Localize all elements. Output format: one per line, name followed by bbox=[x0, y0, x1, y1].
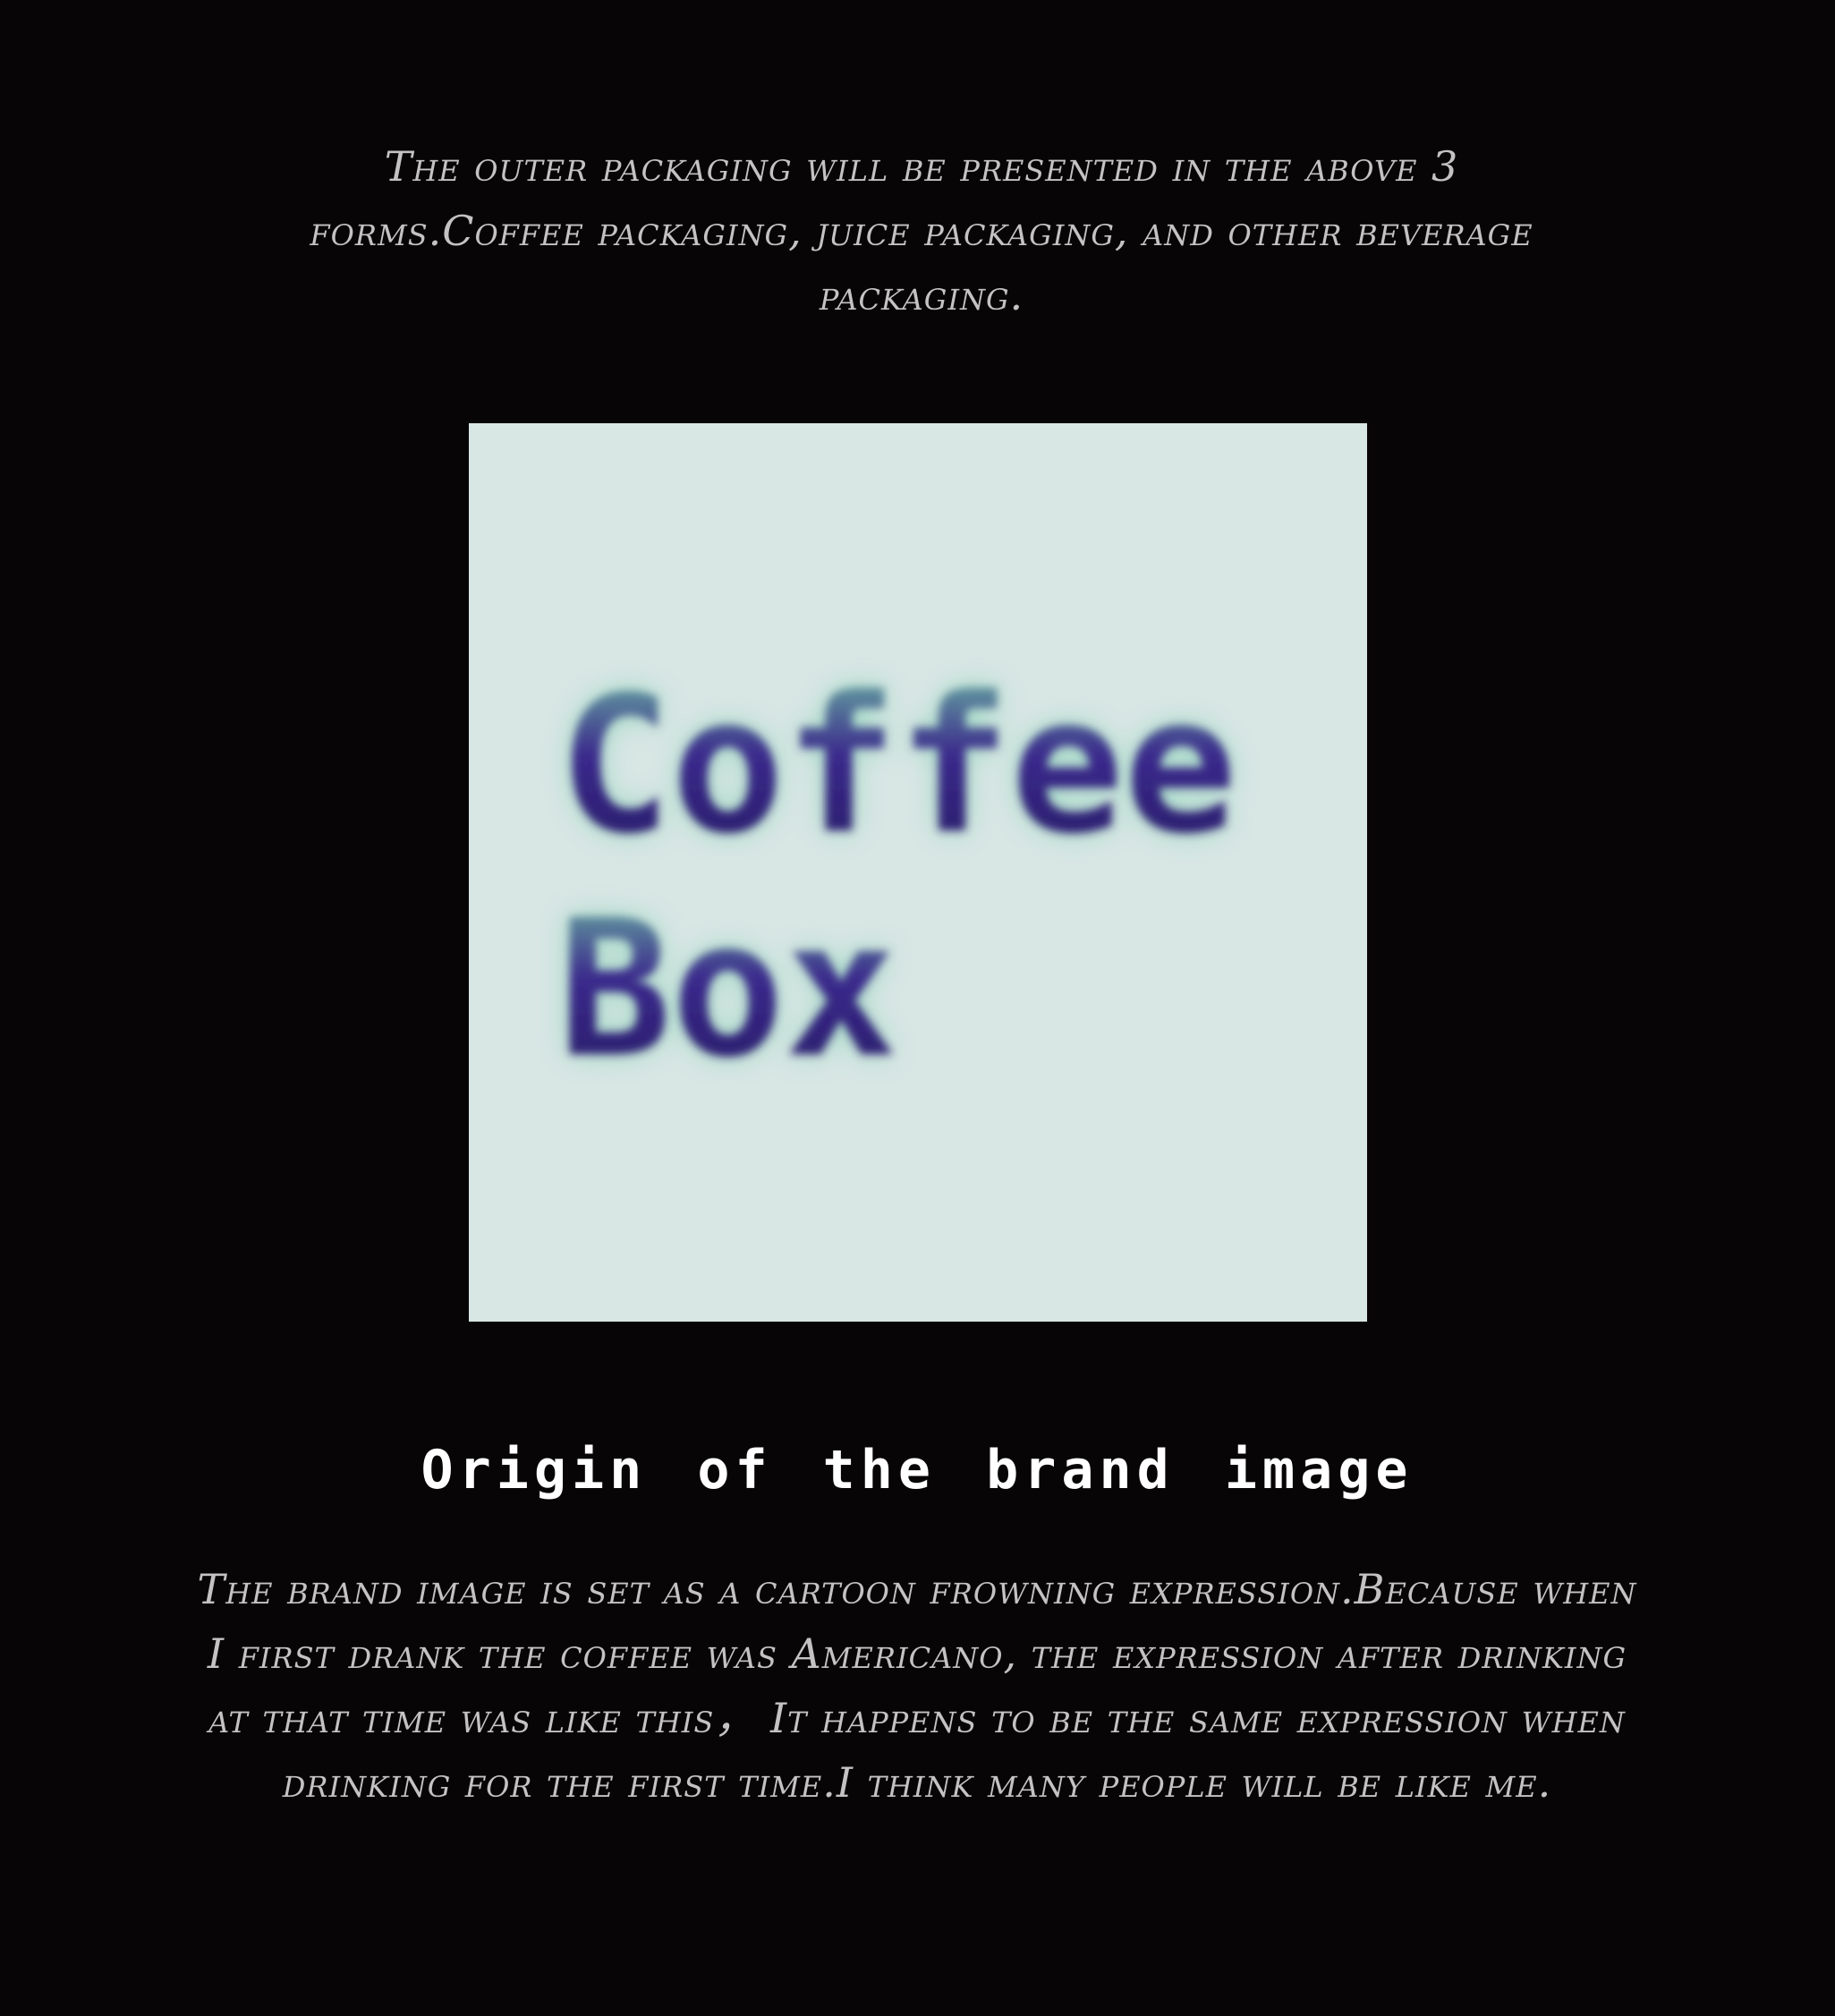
logo-word-box: Box bbox=[558, 880, 897, 1099]
section-heading: Origin of the brand image bbox=[421, 1439, 1414, 1501]
coffee-box-logo-image: Coffee Coffee Box Box bbox=[469, 423, 1367, 1322]
logo-word-coffee: Coffee bbox=[558, 656, 1237, 875]
intro-paragraph: The outer packaging will be presented in… bbox=[310, 142, 1533, 319]
logo-artwork: Coffee Coffee Box Box bbox=[558, 656, 1237, 1099]
brand-origin-paragraph: The brand image is set as a cartoon frow… bbox=[197, 1565, 1637, 1807]
